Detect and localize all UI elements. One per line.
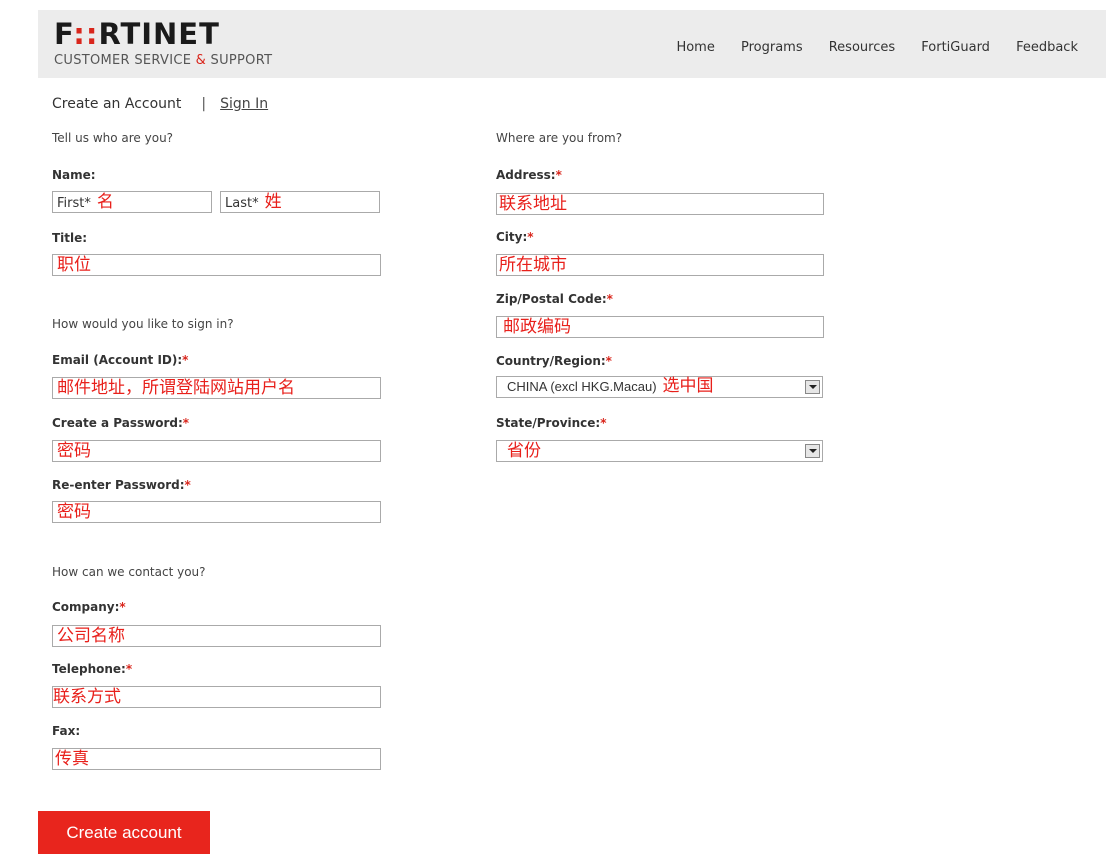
first-name-value: 名 <box>96 192 114 212</box>
header-bar: F::RTINET CUSTOMER SERVICE & SUPPORT Hom… <box>38 10 1106 78</box>
required-mark: * <box>600 416 607 430</box>
chevron-down-icon[interactable] <box>805 444 820 458</box>
country-selected: CHINA (excl HKG.Macau) <box>507 379 657 394</box>
logo-mark: :: <box>73 17 99 51</box>
city-input[interactable]: 所在城市 <box>496 254 824 276</box>
telephone-input[interactable]: 联系方式 <box>52 686 381 708</box>
company-label-text: Company: <box>52 600 120 614</box>
nav-feedback[interactable]: Feedback <box>1016 40 1078 55</box>
required-mark: * <box>555 168 562 182</box>
reenter-password-input[interactable]: 密码 <box>52 501 381 523</box>
last-name-placeholder: Last* <box>225 196 259 211</box>
country-label-text: Country/Region: <box>496 354 606 368</box>
required-mark: * <box>182 416 190 430</box>
last-name-value: 姓 <box>264 192 282 212</box>
password-input[interactable]: 密码 <box>52 440 381 462</box>
city-label-text: City: <box>496 230 528 244</box>
first-name-input[interactable]: First* 名 <box>52 191 212 213</box>
required-mark: * <box>119 600 126 614</box>
nav-home[interactable]: Home <box>676 40 714 55</box>
tab-create-account[interactable]: Create an Account <box>52 96 181 112</box>
nav-programs[interactable]: Programs <box>741 40 803 55</box>
tagline-part: SUPPORT <box>206 53 273 68</box>
address-label: Address:* <box>496 168 562 182</box>
reenter-label-text: Re-enter Password: <box>52 478 185 492</box>
email-input[interactable]: 邮件地址，所谓登陆网站用户名 <box>52 377 381 399</box>
zip-input[interactable]: 邮政编码 <box>496 316 824 338</box>
fax-value: 传真 <box>55 749 89 769</box>
tab-separator: | <box>201 96 207 112</box>
required-mark: * <box>184 478 191 492</box>
tagline: CUSTOMER SERVICE & SUPPORT <box>54 53 272 68</box>
create-account-button[interactable]: Create account <box>38 811 210 854</box>
reenter-password-value: 密码 <box>57 502 91 522</box>
title-input[interactable]: 职位 <box>52 254 381 276</box>
who-heading: Tell us who are you? <box>52 131 174 145</box>
city-value: 所在城市 <box>499 255 567 275</box>
country-note: 选中国 <box>662 376 714 396</box>
company-input[interactable]: 公司名称 <box>52 625 381 647</box>
nav-resources[interactable]: Resources <box>829 40 895 55</box>
signin-heading: How would you like to sign in? <box>52 317 234 331</box>
tagline-part: CUSTOMER SERVICE <box>54 53 196 68</box>
fax-input[interactable]: 传真 <box>52 748 381 770</box>
nav-fortiguard[interactable]: FortiGuard <box>921 40 990 55</box>
sign-in-link[interactable]: Sign In <box>220 96 268 112</box>
logo-letters: RTINET <box>98 17 220 51</box>
tagline-amp: & <box>195 53 207 68</box>
required-mark: * <box>125 662 133 676</box>
company-value: 公司名称 <box>57 626 125 646</box>
company-label: Company:* <box>52 600 126 614</box>
password-label-text: Create a Password: <box>52 416 183 430</box>
address-value: 联系地址 <box>499 194 567 214</box>
state-label: State/Province:* <box>496 416 607 430</box>
chevron-down-icon[interactable] <box>805 380 820 394</box>
state-value: 省份 <box>507 441 541 461</box>
title-value: 职位 <box>57 255 91 275</box>
first-name-placeholder: First* <box>57 196 91 211</box>
telephone-label: Telephone:* <box>52 662 132 676</box>
required-mark: * <box>605 354 612 368</box>
name-label: Name: <box>52 168 96 182</box>
required-mark: * <box>606 292 613 306</box>
reenter-password-label: Re-enter Password:* <box>52 478 191 492</box>
required-mark: * <box>182 353 189 367</box>
fortinet-logo[interactable]: F::RTINET <box>54 18 220 50</box>
email-label-text: Email (Account ID): <box>52 353 183 367</box>
title-label: Title: <box>52 231 88 245</box>
state-label-text: State/Province: <box>496 416 601 430</box>
last-name-input[interactable]: Last* 姓 <box>220 191 380 213</box>
zip-label-text: Zip/Postal Code: <box>496 292 607 306</box>
where-heading: Where are you from? <box>496 131 623 145</box>
address-label-text: Address: <box>496 168 556 182</box>
top-nav: Home Programs Resources FortiGuard Feedb… <box>654 40 1078 55</box>
logo-letter: F <box>54 17 74 51</box>
account-tabs: Create an Account | Sign In <box>52 96 268 112</box>
email-label: Email (Account ID):* <box>52 353 188 367</box>
city-label: City:* <box>496 230 534 244</box>
password-label: Create a Password:* <box>52 416 189 430</box>
contact-heading: How can we contact you? <box>52 565 206 579</box>
address-input[interactable]: 联系地址 <box>496 193 824 215</box>
zip-value: 邮政编码 <box>503 317 571 337</box>
password-value: 密码 <box>57 441 91 461</box>
email-value: 邮件地址，所谓登陆网站用户名 <box>57 378 295 398</box>
country-label: Country/Region:* <box>496 354 612 368</box>
telephone-value: 联系方式 <box>53 687 121 707</box>
fax-label: Fax: <box>52 724 81 738</box>
required-mark: * <box>527 230 534 244</box>
state-select[interactable]: 省份 <box>496 440 823 462</box>
zip-label: Zip/Postal Code:* <box>496 292 613 306</box>
country-select[interactable]: CHINA (excl HKG.Macau) 选中国 <box>496 376 823 398</box>
telephone-label-text: Telephone: <box>52 662 126 676</box>
